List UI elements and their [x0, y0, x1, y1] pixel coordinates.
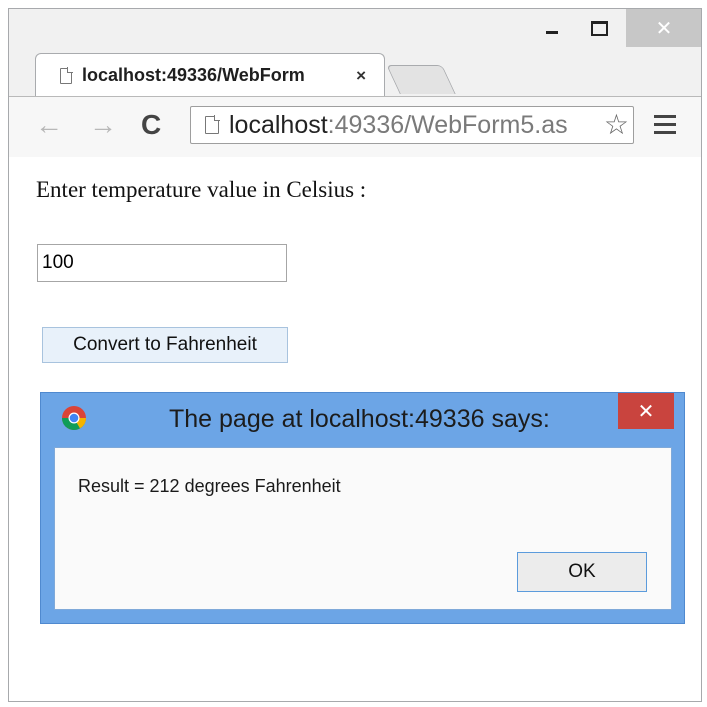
maximize-icon: [590, 20, 608, 36]
page-icon: [205, 115, 220, 134]
dialog-title: The page at localhost:49336 says:: [169, 405, 550, 433]
alert-dialog: The page at localhost:49336 says: ✕ Resu…: [40, 392, 685, 624]
ok-button[interactable]: OK: [517, 552, 647, 592]
bookmark-star-icon[interactable]: ☆: [603, 109, 629, 141]
dialog-close-button[interactable]: ✕: [618, 393, 674, 429]
window-close-button[interactable]: ✕: [626, 9, 701, 47]
menu-icon[interactable]: [654, 115, 676, 139]
back-arrow-icon[interactable]: ←: [35, 109, 63, 141]
chrome-logo-icon: [61, 406, 86, 431]
new-tab-button[interactable]: [386, 65, 456, 94]
tab-close-icon[interactable]: ×: [356, 66, 366, 86]
url-path: :49336/WebForm5.as: [327, 110, 568, 139]
convert-button[interactable]: Convert to Fahrenheit: [42, 327, 288, 363]
browser-tab[interactable]: localhost:49336/WebForm ×: [35, 53, 385, 97]
page-icon: [60, 67, 72, 84]
minimize-icon: [546, 30, 558, 34]
url-host: localhost: [229, 110, 328, 139]
address-bar[interactable]: localhost:49336/WebForm5.as ☆: [190, 106, 634, 144]
dialog-title-bar: The page at localhost:49336 says: ✕: [41, 393, 684, 445]
forward-arrow-icon[interactable]: →: [89, 109, 117, 141]
dialog-body: Result = 212 degrees Fahrenheit OK: [54, 447, 672, 610]
minimize-button[interactable]: [529, 9, 575, 47]
close-icon: ✕: [637, 400, 655, 423]
dialog-message: Result = 212 degrees Fahrenheit: [78, 476, 341, 496]
title-bar: ✕ localhost:49336/WebForm ×: [9, 9, 701, 97]
close-icon: ✕: [655, 17, 673, 40]
celsius-prompt-label: Enter temperature value in Celsius :: [36, 177, 367, 202]
tab-title: localhost:49336/WebForm: [82, 65, 305, 85]
reload-icon[interactable]: C: [141, 109, 161, 141]
celsius-input[interactable]: [37, 244, 287, 282]
maximize-button[interactable]: [579, 9, 619, 47]
toolbar: ← → C localhost:49336/WebForm5.as ☆: [9, 96, 701, 158]
page-content: Enter temperature value in Celsius : Con…: [9, 157, 701, 701]
browser-window: ✕ localhost:49336/WebForm × ← → C localh…: [8, 8, 702, 702]
